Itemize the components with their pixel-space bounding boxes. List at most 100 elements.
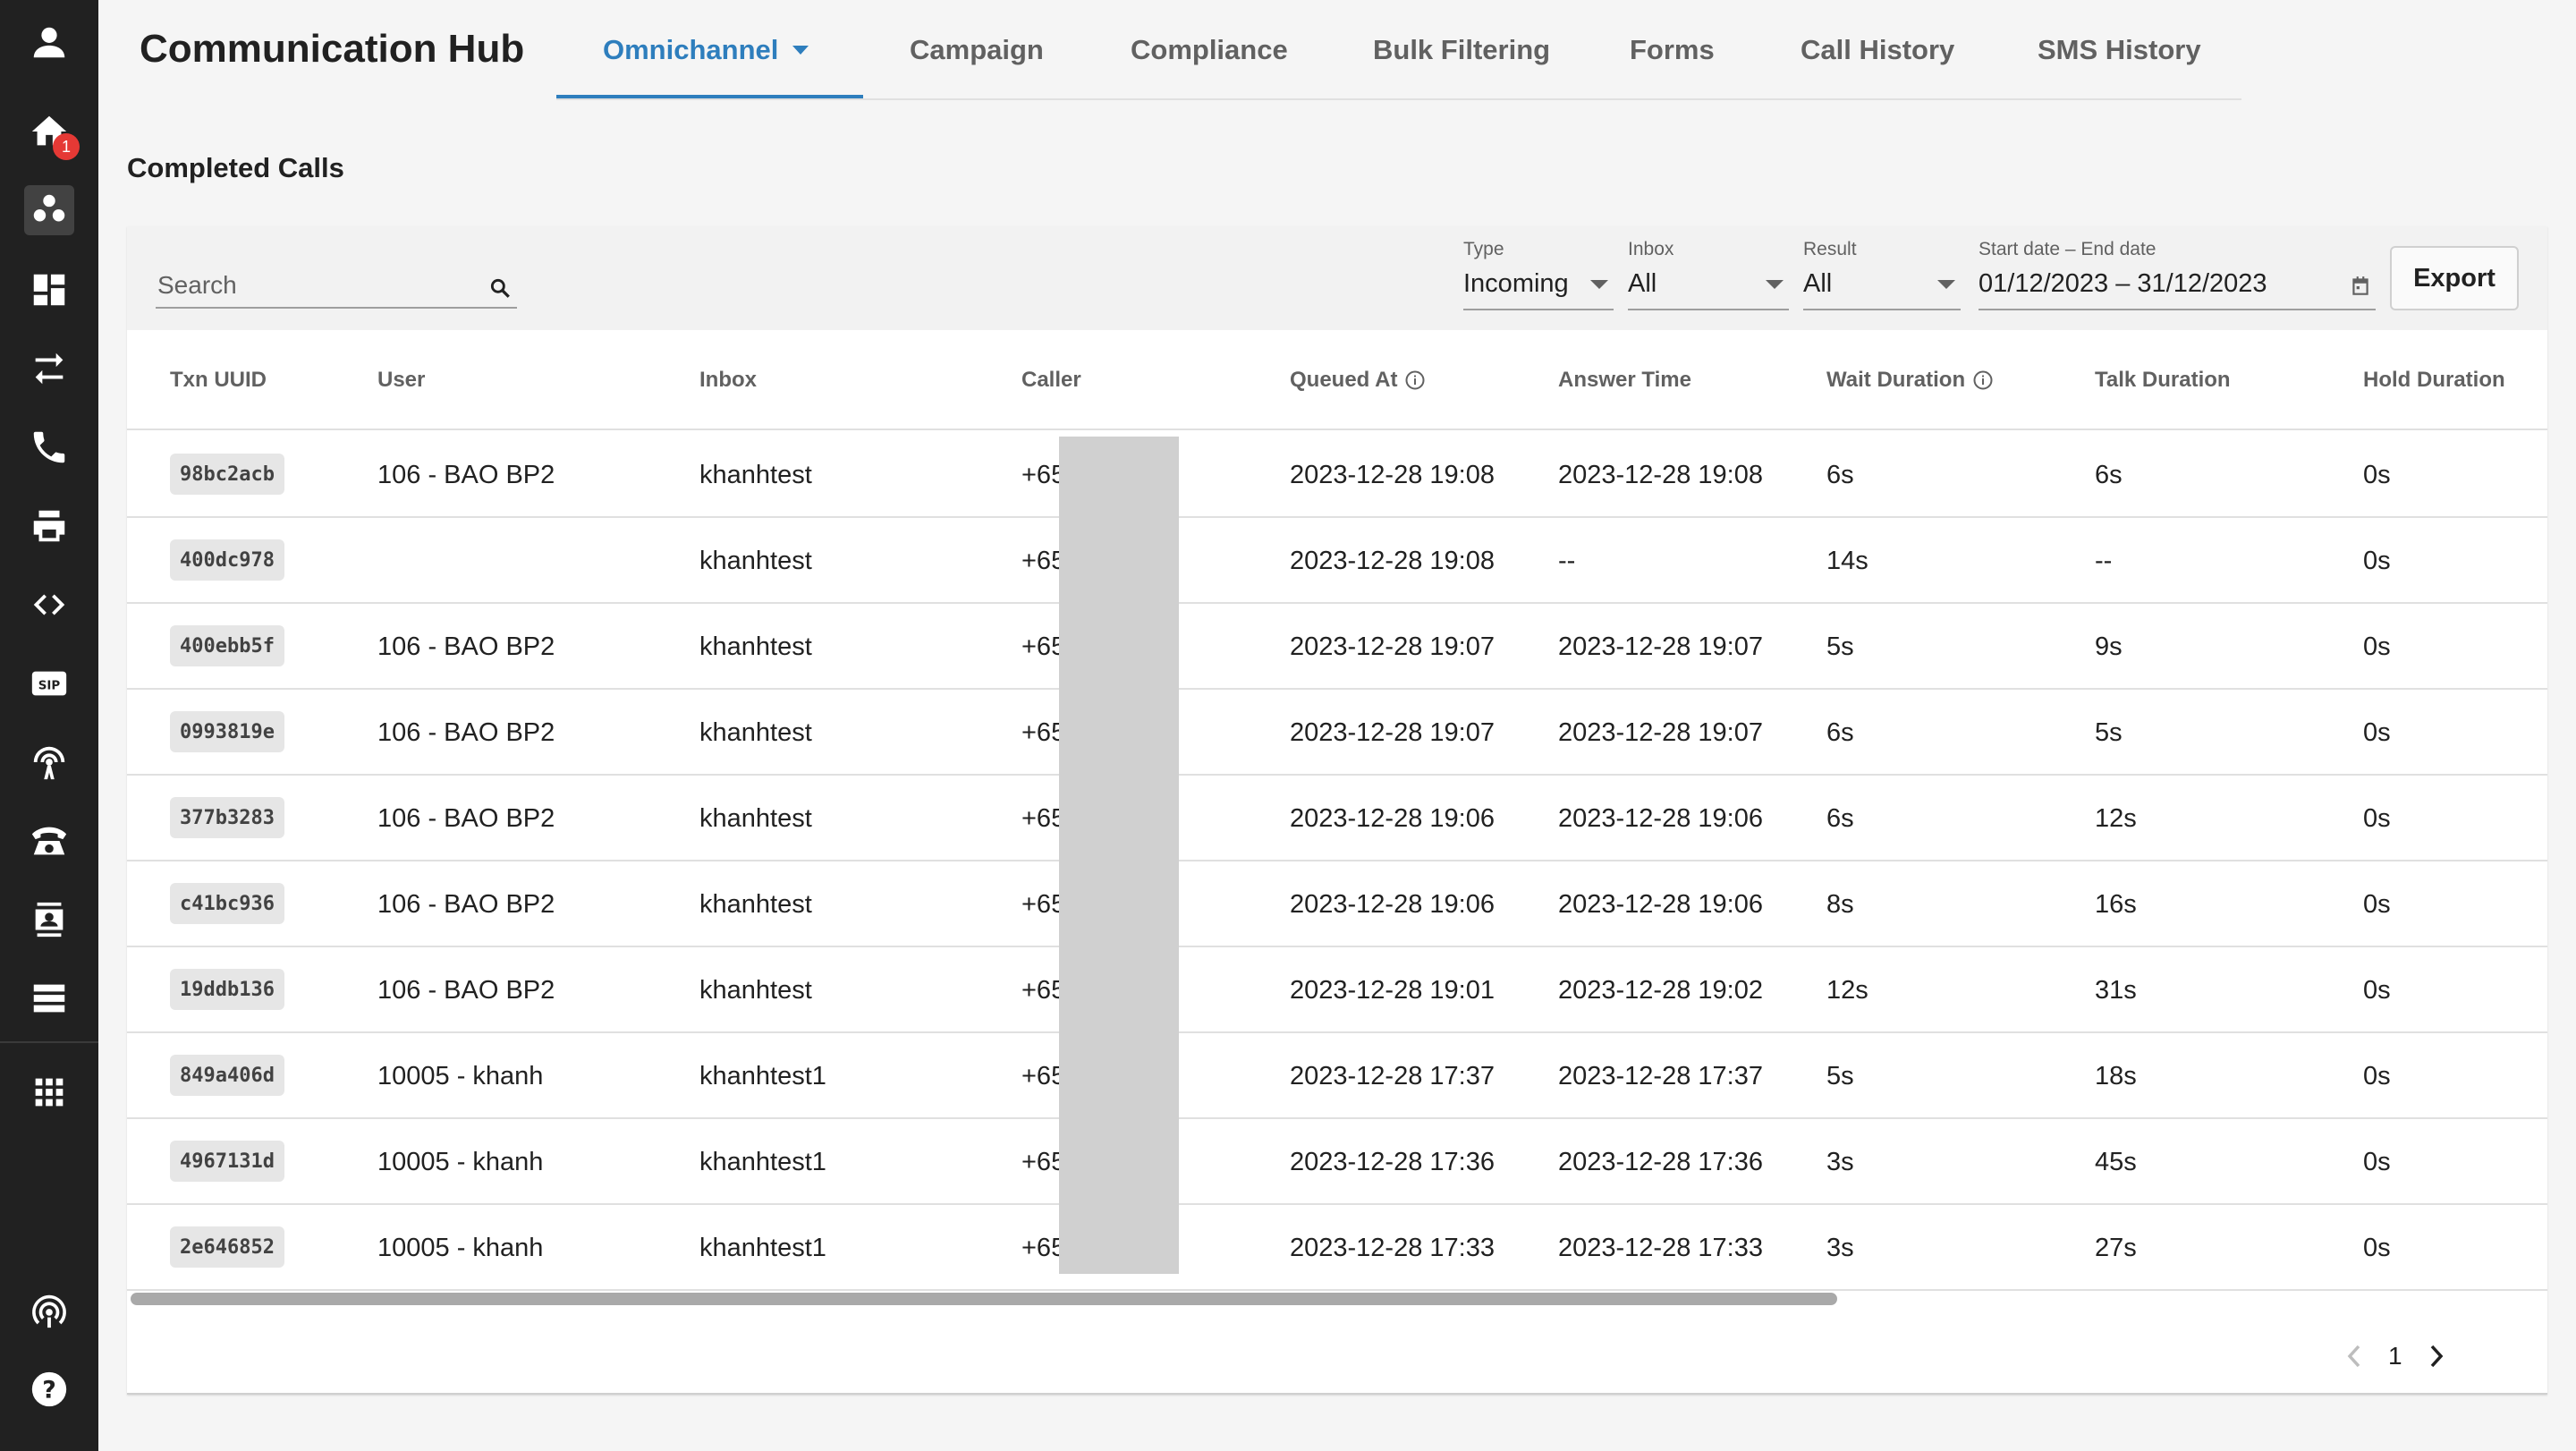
tab-omnichannel[interactable]: Omnichannel: [603, 34, 809, 66]
cell-answer-time: 2023-12-28 19:07: [1558, 632, 1763, 661]
next-page-button[interactable]: [2419, 1334, 2454, 1379]
table-row[interactable]: 19ddb136 106 - BAO BP2 khanhtest +65 2023-12…: [127, 947, 2547, 1033]
cell-talk-duration: 45s: [2095, 1148, 2137, 1176]
txn-uuid-chip[interactable]: 4967131d: [170, 1141, 284, 1182]
cell-hold-duration: 0s: [2363, 461, 2391, 489]
tab-bulk-filtering[interactable]: Bulk Filtering: [1373, 34, 1550, 66]
cell-queued-at: 2023-12-28 19:01: [1290, 976, 1495, 1005]
column-header-user[interactable]: User: [377, 368, 425, 393]
date-range-value: 01/12/2023 – 31/12/2023: [1979, 269, 2267, 298]
table-row[interactable]: 377b3283 106 - BAO BP2 khanhtest +65 2023-12…: [127, 776, 2547, 861]
txn-uuid-chip[interactable]: 377b3283: [170, 797, 284, 838]
contact-card-icon[interactable]: [24, 895, 74, 945]
cell-inbox: khanhtest1: [699, 1062, 826, 1090]
column-header-txn-uuid[interactable]: Txn UUID: [170, 368, 267, 393]
inbox-label: Inbox: [1628, 239, 1674, 259]
table-row[interactable]: 4967131d 10005 - khanh khanhtest1 +65 2023-1…: [127, 1119, 2547, 1205]
txn-uuid-chip[interactable]: 19ddb136: [170, 969, 284, 1010]
cell-inbox: khanhtest1: [699, 1148, 826, 1176]
column-header-wait-duration[interactable]: Wait Duration: [1826, 368, 1994, 393]
svg-text:SIP: SIP: [38, 680, 61, 693]
help-icon[interactable]: ?: [24, 1364, 74, 1414]
cell-user: 10005 - khanh: [377, 1148, 544, 1176]
tab-bar: Omnichannel Campaign Compliance Bulk Fil…: [556, 0, 2241, 100]
column-header-hold-duration[interactable]: Hold Duration: [2363, 368, 2505, 393]
tab-forms[interactable]: Forms: [1630, 34, 1715, 66]
result-select[interactable]: Result All: [1803, 239, 1961, 310]
column-header-talk-duration[interactable]: Talk Duration: [2095, 368, 2231, 393]
txn-uuid-chip[interactable]: 0993819e: [170, 711, 284, 752]
app-title: Communication Hub: [140, 27, 525, 71]
horizontal-scrollbar[interactable]: [131, 1293, 1837, 1305]
column-header-caller[interactable]: Caller: [1021, 368, 1081, 393]
cell-inbox: khanhtest: [699, 890, 812, 919]
cell-wait-duration: 12s: [1826, 976, 1868, 1005]
type-select[interactable]: Type Incoming: [1463, 239, 1614, 310]
cell-hold-duration: 0s: [2363, 718, 2391, 747]
cell-queued-at: 2023-12-28 19:06: [1290, 804, 1495, 833]
date-range-field[interactable]: Start date – End date 01/12/2023 – 31/12…: [1979, 239, 2376, 310]
tab-compliance[interactable]: Compliance: [1131, 34, 1288, 66]
cell-hold-duration: 0s: [2363, 1062, 2391, 1090]
cell-user: 106 - BAO BP2: [377, 890, 555, 919]
sip-icon[interactable]: SIP: [24, 658, 74, 709]
inbox-select[interactable]: Inbox All: [1628, 239, 1789, 310]
grid-icon[interactable]: [24, 1067, 74, 1117]
dashboard-icon[interactable]: [24, 265, 74, 315]
column-header-queued-at[interactable]: Queued At: [1290, 368, 1426, 393]
desk-phone-icon[interactable]: [24, 816, 74, 866]
tab-sms-history[interactable]: SMS History: [2038, 34, 2201, 66]
cell-wait-duration: 5s: [1826, 632, 1854, 661]
txn-uuid-chip[interactable]: c41bc936: [170, 883, 284, 924]
tab-call-history[interactable]: Call History: [1801, 34, 1954, 66]
active-tab-indicator: [556, 95, 863, 98]
type-label: Type: [1463, 239, 1504, 259]
cell-talk-duration: 18s: [2095, 1062, 2137, 1090]
cell-queued-at: 2023-12-28 19:06: [1290, 890, 1495, 919]
cell-queued-at: 2023-12-28 17:33: [1290, 1234, 1495, 1262]
txn-uuid-chip[interactable]: 849a406d: [170, 1055, 284, 1096]
info-icon[interactable]: [1972, 369, 1994, 391]
cell-talk-duration: 16s: [2095, 890, 2137, 919]
table-row[interactable]: 400dc978 khanhtest +65 2023-12-28 19:08 -- 14…: [127, 518, 2547, 604]
home-icon[interactable]: 1: [24, 106, 80, 160]
antenna-icon[interactable]: [24, 737, 74, 787]
export-button[interactable]: Export: [2390, 246, 2519, 310]
transfer-icon[interactable]: [24, 344, 74, 394]
search-input[interactable]: Search: [156, 264, 517, 309]
cell-user: 106 - BAO BP2: [377, 632, 555, 661]
txn-uuid-chip[interactable]: 98bc2acb: [170, 454, 284, 495]
notification-badge: 1: [53, 133, 80, 160]
column-header-inbox[interactable]: Inbox: [699, 368, 757, 393]
table-row[interactable]: c41bc936 106 - BAO BP2 khanhtest +65 2023-12…: [127, 861, 2547, 947]
table-row[interactable]: 98bc2acb 106 - BAO BP2 khanhtest +65 2023-12…: [127, 432, 2547, 518]
txn-uuid-chip[interactable]: 400dc978: [170, 539, 284, 581]
list-icon[interactable]: [24, 973, 74, 1023]
user-icon[interactable]: [24, 17, 74, 67]
cell-answer-time: 2023-12-28 19:02: [1558, 976, 1763, 1005]
chevron-down-icon: [1937, 280, 1955, 289]
phone-icon[interactable]: [24, 422, 74, 472]
tab-campaign[interactable]: Campaign: [910, 34, 1044, 66]
txn-uuid-chip[interactable]: 400ebb5f: [170, 625, 284, 666]
table-row[interactable]: 2e646852 10005 - khanh khanhtest1 +65 2023-1…: [127, 1205, 2547, 1291]
txn-uuid-chip[interactable]: 2e646852: [170, 1226, 284, 1268]
calendar-icon[interactable]: [2349, 275, 2372, 298]
chevron-right-icon: [2430, 1345, 2443, 1368]
table-row[interactable]: 0993819e 106 - BAO BP2 khanhtest +65 2023-12…: [127, 690, 2547, 776]
printer-icon[interactable]: [24, 501, 74, 551]
cell-queued-at: 2023-12-28 19:08: [1290, 461, 1495, 489]
group-icon[interactable]: [24, 185, 74, 235]
table-row[interactable]: 849a406d 10005 - khanh khanhtest1 +65 2023-1…: [127, 1033, 2547, 1119]
cell-answer-time: 2023-12-28 17:36: [1558, 1148, 1763, 1176]
column-header-answer-time[interactable]: Answer Time: [1558, 368, 1691, 393]
code-icon[interactable]: [24, 580, 74, 630]
broadcast-icon[interactable]: [24, 1286, 74, 1336]
info-icon[interactable]: [1404, 369, 1426, 391]
previous-page-button[interactable]: [2336, 1334, 2372, 1379]
cell-answer-time: 2023-12-28 17:33: [1558, 1234, 1763, 1262]
inbox-value: All: [1628, 269, 1657, 298]
cell-talk-duration: 5s: [2095, 718, 2123, 747]
table-row[interactable]: 400ebb5f 106 - BAO BP2 khanhtest +65 2023-12…: [127, 604, 2547, 690]
cell-wait-duration: 8s: [1826, 890, 1854, 919]
